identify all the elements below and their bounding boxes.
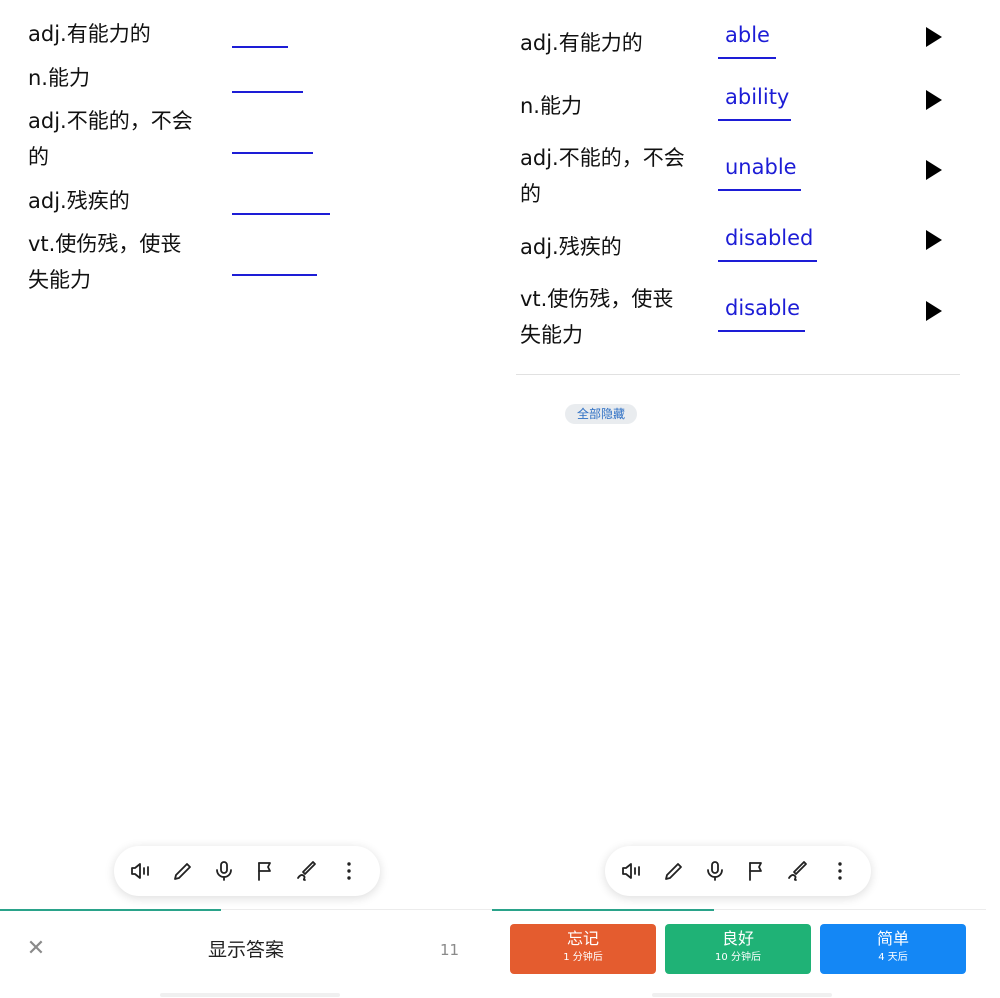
forget-label: 忘记 xyxy=(566,929,599,948)
progress-track xyxy=(0,909,492,911)
forget-button[interactable]: 忘记 1 分钟后 xyxy=(510,924,656,974)
hide-all-button[interactable]: 全部隐藏 xyxy=(565,404,638,424)
answer-blank-2 xyxy=(232,91,303,93)
divider xyxy=(516,374,960,375)
answer-meaning-3: adj.不能的，不会的 xyxy=(520,146,685,206)
home-indicator xyxy=(160,993,340,997)
speaker-icon[interactable] xyxy=(128,858,154,884)
card-toolbar xyxy=(114,846,380,896)
question-item-1: adj.有能力的 xyxy=(28,22,151,46)
good-label: 良好 xyxy=(721,929,754,948)
pencil-icon[interactable] xyxy=(170,858,196,884)
progress-bar xyxy=(0,909,222,911)
play-icon-3[interactable] xyxy=(926,160,942,180)
answer-word-3: unable xyxy=(718,151,801,191)
answer-meaning-5: vt.使伤残，使丧失能力 xyxy=(520,287,674,347)
progress-bar xyxy=(492,909,715,911)
play-icon-1[interactable] xyxy=(926,27,942,47)
good-button[interactable]: 良好 10 分钟后 xyxy=(665,924,811,974)
question-item-2: n.能力 xyxy=(28,66,90,90)
forget-interval: 1 分钟后 xyxy=(563,952,603,963)
answer-word-4: disabled xyxy=(718,222,817,262)
play-icon-2[interactable] xyxy=(926,90,942,110)
close-button[interactable]: ✕ xyxy=(26,936,46,962)
show-answer-button[interactable]: 显示答案 xyxy=(190,934,302,966)
easy-interval: 4 天后 xyxy=(878,952,908,963)
question-item-5: vt.使伤残，使丧失能力 xyxy=(28,232,182,292)
answer-meaning-1: adj.有能力的 xyxy=(520,31,643,55)
speaker-icon[interactable] xyxy=(619,858,645,884)
question-item-3: adj.不能的，不会的 xyxy=(28,109,193,169)
pencil-icon[interactable] xyxy=(661,858,687,884)
answer-blank-4 xyxy=(232,213,330,215)
flag-icon[interactable] xyxy=(253,858,279,884)
answer-word-1: able xyxy=(718,19,776,59)
flag-icon[interactable] xyxy=(744,858,770,884)
answer-blank-1 xyxy=(232,46,288,48)
answer-meaning-4: adj.残疾的 xyxy=(520,235,622,259)
easy-label: 简单 xyxy=(876,929,909,948)
rating-bar: 忘记 1 分钟后 良好 10 分钟后 简单 4 天后 xyxy=(492,912,1000,998)
microphone-icon[interactable] xyxy=(211,858,237,884)
more-vertical-icon[interactable] xyxy=(827,858,853,884)
good-interval: 10 分钟后 xyxy=(715,952,761,963)
play-icon-5[interactable] xyxy=(926,301,942,321)
answer-blank-3 xyxy=(232,152,313,154)
answer-blank-5 xyxy=(232,274,317,276)
pen-icon[interactable] xyxy=(785,858,811,884)
answer-meaning-2: n.能力 xyxy=(520,94,582,118)
more-vertical-icon[interactable] xyxy=(336,858,362,884)
home-indicator xyxy=(652,993,832,997)
easy-button[interactable]: 简单 4 天后 xyxy=(820,924,966,974)
bottom-bar: ✕ 显示答案 11 xyxy=(0,912,492,998)
answer-word-5: disable xyxy=(718,292,805,332)
answer-word-2: ability xyxy=(718,81,791,121)
answer-panel: adj.有能力的 able n.能力 ability adj.不能的，不会的 u… xyxy=(492,0,1000,998)
play-icon-4[interactable] xyxy=(926,230,942,250)
question-panel: adj.有能力的 n.能力 adj.不能的，不会的 adj.残疾的 vt.使伤残… xyxy=(0,0,492,998)
remaining-count: 11 xyxy=(440,941,460,959)
progress-track xyxy=(492,909,986,911)
pen-icon[interactable] xyxy=(294,858,320,884)
microphone-icon[interactable] xyxy=(702,858,728,884)
card-toolbar xyxy=(605,846,871,896)
question-item-4: adj.残疾的 xyxy=(28,189,130,213)
